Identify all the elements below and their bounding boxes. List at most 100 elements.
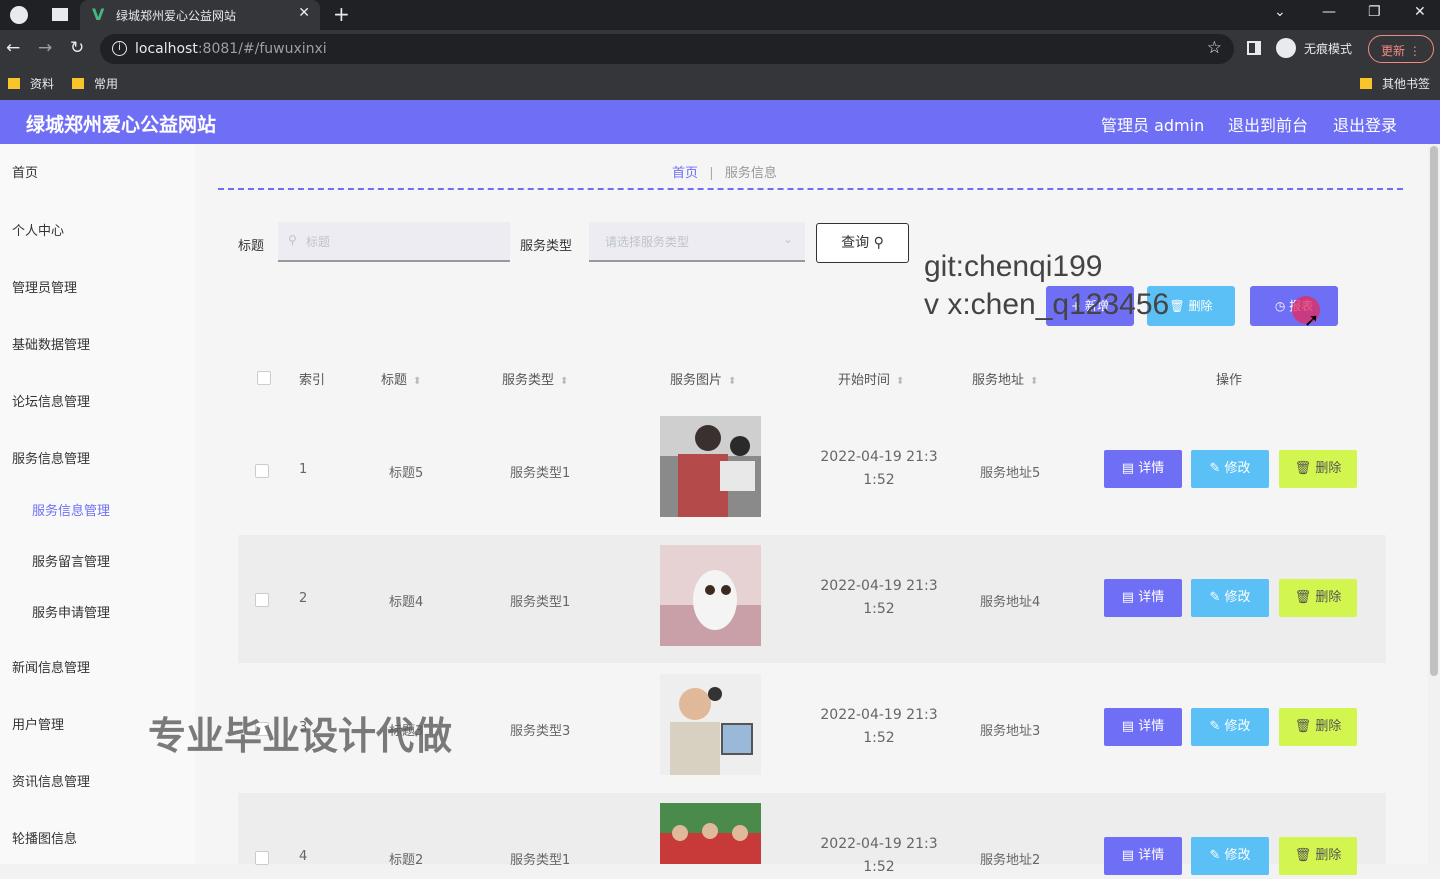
- sidebar-sub-service-messages[interactable]: 服务留言管理: [32, 551, 110, 570]
- chart-icon: ◷: [1274, 299, 1290, 313]
- document-icon: ▤: [1121, 848, 1139, 863]
- overlay-line-2: v x:chen_q123456: [924, 288, 1170, 321]
- maximize-icon[interactable]: ❐: [1368, 4, 1381, 20]
- sidebar-item-articles[interactable]: 资讯信息管理: [12, 771, 90, 790]
- sidebar-item-users[interactable]: 用户管理: [12, 714, 64, 733]
- delete-button[interactable]: 🗑 删除: [1279, 837, 1357, 875]
- detail-button[interactable]: ▤ 详情: [1104, 450, 1182, 488]
- sidebar-item-forum[interactable]: 论坛信息管理: [12, 391, 90, 410]
- browser-menu-icon[interactable]: [10, 6, 28, 24]
- update-button[interactable]: 更新 ⋮: [1368, 35, 1434, 63]
- delete-button[interactable]: 🗑 删除: [1279, 708, 1357, 746]
- folder-icon: [8, 78, 20, 89]
- col-operations: 操作: [1216, 373, 1243, 388]
- minimize-icon[interactable]: —: [1322, 4, 1336, 20]
- window-close-icon[interactable]: ✕: [1414, 4, 1426, 20]
- trash-icon: 🗑: [1294, 848, 1316, 863]
- overlay-line-1: git:chenqi199: [924, 250, 1103, 283]
- bookmark-star-icon[interactable]: ☆: [1207, 38, 1222, 58]
- bookmark-folder-2[interactable]: 常用: [72, 75, 118, 92]
- breadcrumb-separator-icon: ❘: [706, 166, 717, 181]
- row-checkbox[interactable]: [255, 851, 269, 865]
- col-address[interactable]: 服务地址 ⬍: [972, 369, 1038, 388]
- service-type-select[interactable]: 请选择服务类型 ⌄: [589, 222, 805, 262]
- detail-button[interactable]: ▤ 详情: [1104, 708, 1182, 746]
- row-address: 服务地址5: [980, 466, 1041, 481]
- delete-button[interactable]: 🗑 删除: [1279, 579, 1357, 617]
- service-image: [660, 803, 761, 864]
- bookmarks-bar: 资料 常用 其他书签: [0, 68, 1440, 100]
- forward-icon[interactable]: →: [38, 38, 52, 58]
- side-panel-icon[interactable]: [1247, 41, 1261, 55]
- browser-tab-active[interactable]: V 绿城郑州爱心公益网站 ✕: [80, 0, 320, 30]
- col-image[interactable]: 服务图片 ⬍: [670, 369, 736, 388]
- new-tab-icon[interactable]: +: [333, 2, 350, 26]
- row-title: 标题2: [389, 853, 424, 868]
- admin-label: 管理员 admin: [1101, 116, 1205, 135]
- tab-close-icon[interactable]: ✕: [298, 5, 310, 21]
- service-image: [660, 416, 761, 517]
- folder-icon: [1360, 78, 1372, 89]
- select-all-checkbox[interactable]: [257, 371, 271, 385]
- back-to-front-link[interactable]: 退出到前台: [1228, 112, 1308, 136]
- watermark-text: 专业毕业设计代做: [148, 714, 453, 758]
- site-title: 绿城郑州爱心公益网站: [26, 114, 217, 136]
- sort-icon[interactable]: ⬍: [1030, 376, 1038, 387]
- edit-button[interactable]: ✎ 修改: [1191, 837, 1269, 875]
- detail-button[interactable]: ▤ 详情: [1104, 579, 1182, 617]
- trash-icon: 🗑: [1294, 461, 1316, 476]
- scrollbar-thumb[interactable]: [1430, 146, 1438, 676]
- row-index: 1: [299, 462, 308, 477]
- bookmark-folder-1[interactable]: 资料: [8, 75, 54, 92]
- breadcrumb-home[interactable]: 首页: [672, 166, 698, 181]
- sort-icon[interactable]: ⬍: [896, 376, 904, 387]
- sort-icon[interactable]: ⬍: [413, 376, 421, 387]
- detail-button[interactable]: ▤ 详情: [1104, 837, 1182, 875]
- trash-icon: 🗑: [1169, 299, 1189, 313]
- edit-button[interactable]: ✎ 修改: [1191, 450, 1269, 488]
- logout-link[interactable]: 退出登录: [1333, 112, 1397, 136]
- sidebar-item-service[interactable]: 服务信息管理: [12, 448, 90, 467]
- sidebar-item-profile[interactable]: 个人中心: [12, 220, 64, 239]
- sidebar-item-news[interactable]: 新闻信息管理: [12, 657, 90, 676]
- row-start-time: 2022-04-19 21:3 1:52: [820, 449, 938, 488]
- row-checkbox[interactable]: [255, 464, 269, 478]
- site-info-icon[interactable]: i: [112, 41, 127, 56]
- tab-title: 绿城郑州爱心公益网站: [116, 9, 237, 23]
- query-button[interactable]: 查询 ⚲: [816, 223, 909, 263]
- sidebar-item-carousel[interactable]: 轮播图信息: [12, 828, 77, 847]
- address-bar[interactable]: i localhost:8081/#/fuwuxinxi ☆: [100, 34, 1234, 64]
- app-header: 绿城郑州爱心公益网站 管理员 admin 退出到前台 退出登录: [0, 100, 1440, 144]
- title-placeholder: 标题: [306, 235, 331, 249]
- sidebar-sub-service-info[interactable]: 服务信息管理: [32, 500, 110, 519]
- back-icon[interactable]: ←: [6, 38, 20, 58]
- type-filter-label: 服务类型: [520, 239, 573, 254]
- col-type[interactable]: 服务类型 ⬍: [502, 369, 568, 388]
- mouse-cursor-icon: ➚: [1304, 310, 1320, 331]
- sidebar-item-admins[interactable]: 管理员管理: [12, 277, 77, 296]
- chevron-down-icon: ⌄: [782, 232, 793, 246]
- reload-icon[interactable]: ↻: [70, 38, 84, 58]
- other-bookmarks[interactable]: 其他书签: [1360, 75, 1430, 92]
- service-image: [660, 545, 761, 646]
- pencil-icon: ✎: [1209, 590, 1225, 605]
- sort-icon[interactable]: ⬍: [728, 376, 736, 387]
- sidebar-item-home[interactable]: 首页: [12, 162, 38, 181]
- row-start-time: 2022-04-19 21:3 1:52: [820, 578, 938, 617]
- trash-icon: 🗑: [1294, 590, 1316, 605]
- sort-icon[interactable]: ⬍: [560, 376, 568, 387]
- title-search-input[interactable]: ⚲ 标题: [278, 222, 510, 262]
- edit-button[interactable]: ✎ 修改: [1191, 579, 1269, 617]
- tab-search-icon[interactable]: [52, 8, 68, 21]
- edit-button[interactable]: ✎ 修改: [1191, 708, 1269, 746]
- vue-favicon-icon: V: [92, 5, 105, 24]
- row-start-time: 2022-04-19 21:3 1:52: [820, 707, 938, 746]
- delete-button[interactable]: 🗑 删除: [1279, 450, 1357, 488]
- sidebar-sub-service-applications[interactable]: 服务申请管理: [32, 602, 110, 621]
- tab-list-icon[interactable]: ⌄: [1274, 4, 1286, 20]
- search-icon: ⚲: [288, 233, 297, 247]
- sidebar-item-basic-data[interactable]: 基础数据管理: [12, 334, 90, 353]
- col-title[interactable]: 标题 ⬍: [381, 369, 421, 388]
- row-checkbox[interactable]: [255, 593, 269, 607]
- col-start-time[interactable]: 开始时间 ⬍: [838, 369, 904, 388]
